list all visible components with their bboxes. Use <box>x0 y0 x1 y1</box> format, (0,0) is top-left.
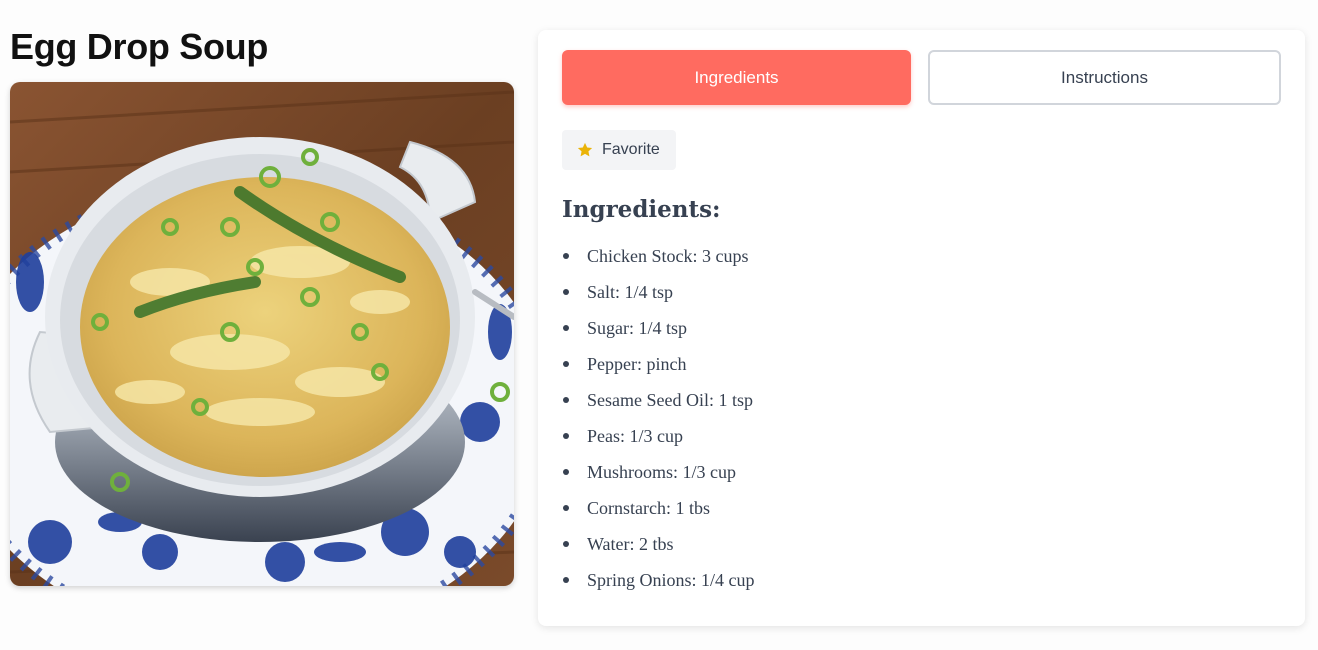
ingredient-text: Sesame Seed Oil: 1 tsp <box>587 390 753 410</box>
ingredient-text: Cornstarch: 1 tbs <box>587 498 710 518</box>
ingredient-text: Chicken Stock: 3 cups <box>587 246 749 266</box>
ingredient-item: Sugar: 1/4 tsp <box>562 310 755 346</box>
bullet-icon <box>563 433 569 439</box>
favorite-button[interactable]: Favorite <box>562 130 676 170</box>
tab-bar: Ingredients Instructions <box>562 50 1281 105</box>
recipe-title: Egg Drop Soup <box>10 26 269 67</box>
star-icon <box>576 141 594 159</box>
ingredients-heading: Ingredients: <box>562 196 721 223</box>
ingredient-item: Salt: 1/4 tsp <box>562 274 755 310</box>
ingredient-text: Sugar: 1/4 tsp <box>587 318 688 338</box>
ingredient-text: Salt: 1/4 tsp <box>587 282 674 302</box>
tab-ingredients[interactable]: Ingredients <box>562 50 911 105</box>
ingredient-text: Peas: 1/3 cup <box>587 426 683 446</box>
ingredient-item: Mushrooms: 1/3 cup <box>562 454 755 490</box>
ingredient-text: Pepper: pinch <box>587 354 687 374</box>
ingredient-item: Pepper: pinch <box>562 346 755 382</box>
ingredient-text: Water: 2 tbs <box>587 534 674 554</box>
bullet-icon <box>563 541 569 547</box>
ingredient-text: Mushrooms: 1/3 cup <box>587 462 737 482</box>
bullet-icon <box>563 325 569 331</box>
bullet-icon <box>563 469 569 475</box>
recipe-photo <box>10 82 514 586</box>
recipe-page: Egg Drop Soup Ingredients Instructions F… <box>0 0 1318 650</box>
ingredient-item: Sesame Seed Oil: 1 tsp <box>562 382 755 418</box>
bullet-icon <box>563 253 569 259</box>
tab-instructions[interactable]: Instructions <box>928 50 1281 105</box>
bullet-icon <box>563 577 569 583</box>
recipe-card: Ingredients Instructions Favorite Ingred… <box>538 30 1305 626</box>
ingredient-item: Spring Onions: 1/4 cup <box>562 562 755 598</box>
ingredient-item: Peas: 1/3 cup <box>562 418 755 454</box>
bullet-icon <box>563 397 569 403</box>
favorite-label: Favorite <box>602 141 660 158</box>
ingredient-text: Spring Onions: 1/4 cup <box>587 570 755 590</box>
ingredients-list: Chicken Stock: 3 cups Salt: 1/4 tsp Suga… <box>562 238 755 598</box>
ingredient-item: Water: 2 tbs <box>562 526 755 562</box>
bullet-icon <box>563 361 569 367</box>
ingredient-item: Chicken Stock: 3 cups <box>562 238 755 274</box>
bullet-icon <box>563 289 569 295</box>
bullet-icon <box>563 505 569 511</box>
ingredient-item: Cornstarch: 1 tbs <box>562 490 755 526</box>
